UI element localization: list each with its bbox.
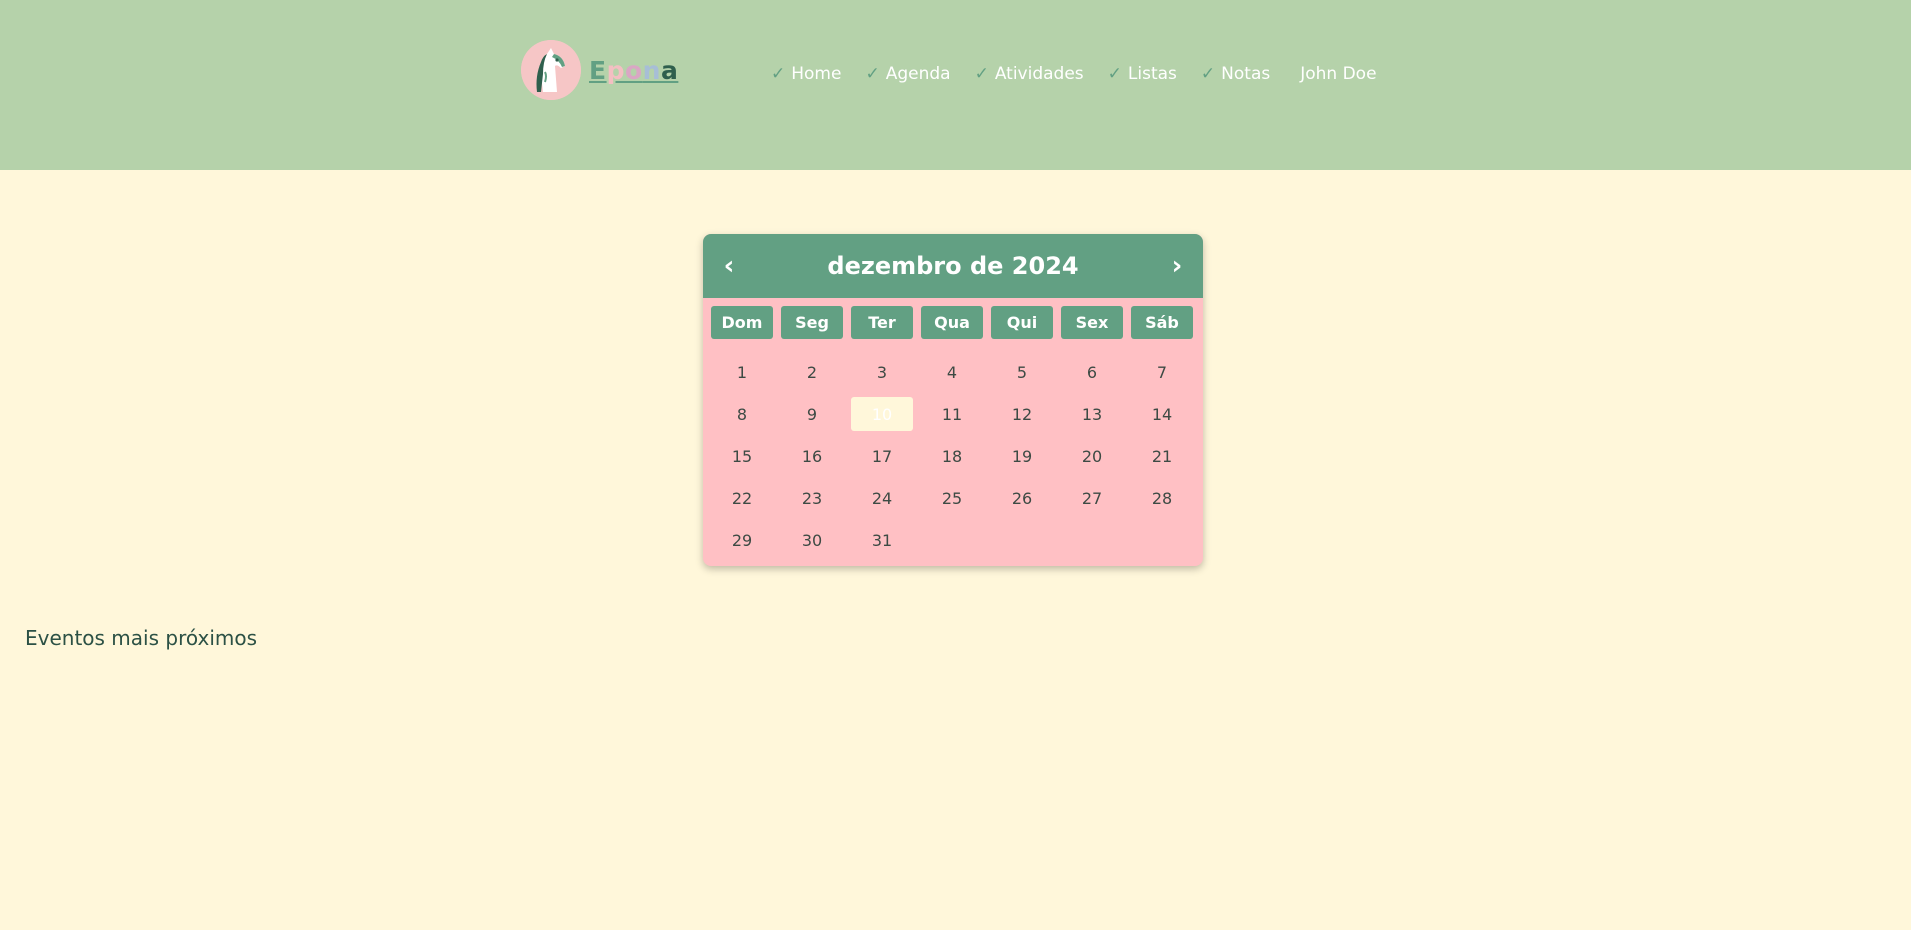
weekday-label: Seg [781,306,843,339]
check-icon: ✓ [771,64,786,84]
weekday-label: Ter [851,306,913,339]
calendar-day[interactable]: 27 [1061,481,1123,515]
logo-wordmark: Epona [589,56,678,85]
nav-item-atividades[interactable]: ✓ Atividades [975,64,1084,84]
weekday-label: Qui [991,306,1053,339]
calendar-day[interactable]: 2 [781,355,843,389]
nav-item-label: Notas [1221,64,1271,84]
nav-item-label: Home [791,64,842,84]
next-month-icon[interactable]: › [1165,251,1189,281]
calendar-day[interactable]: 20 [1061,439,1123,473]
calendar-day[interactable]: 8 [711,397,773,431]
horse-logo-icon [521,40,581,100]
logo-letter: p [606,55,625,85]
top-header: Epona ✓ Home ✓ Agenda ✓ Atividades ✓ Lis… [0,0,1911,170]
calendar-day[interactable]: 26 [991,481,1053,515]
nav-item-label: Listas [1127,64,1177,84]
calendar-day[interactable]: 11 [921,397,983,431]
nav-item-label: Agenda [885,64,951,84]
calendar-day[interactable]: 23 [781,481,843,515]
nav-item-agenda[interactable]: ✓ Agenda [865,64,950,84]
calendar-day[interactable]: 5 [991,355,1053,389]
weekday-label: Qua [921,306,983,339]
calendar-month-title: dezembro de 2024 [827,252,1079,280]
weekday-label: Dom [711,306,773,339]
calendar-day[interactable]: 30 [781,523,843,557]
nav-item-listas[interactable]: ✓ Listas [1108,64,1177,84]
calendar-day[interactable]: 18 [921,439,983,473]
calendar-day[interactable]: 22 [711,481,773,515]
calendar-day[interactable]: 16 [781,439,843,473]
check-icon: ✓ [974,64,989,84]
calendar-day[interactable]: 21 [1131,439,1193,473]
calendar-day[interactable]: 6 [1061,355,1123,389]
calendar-day-today[interactable]: 10 [851,397,913,431]
calendar-day[interactable]: 3 [851,355,913,389]
calendar-day[interactable]: 1 [711,355,773,389]
nav-item-label: Atividades [994,64,1084,84]
check-icon: ✓ [1200,64,1216,84]
check-icon: ✓ [865,64,880,84]
calendar-day[interactable]: 28 [1131,481,1193,515]
check-icon: ✓ [1107,64,1122,84]
calendar-day[interactable]: 12 [991,397,1053,431]
calendar-day[interactable]: 4 [921,355,983,389]
calendar-day[interactable]: 17 [851,439,913,473]
weekday-label: Sex [1061,306,1123,339]
calendar-day[interactable]: 14 [1131,397,1193,431]
calendar-day[interactable]: 25 [921,481,983,515]
logo-link[interactable]: Epona [521,40,678,100]
calendar-day[interactable]: 7 [1131,355,1193,389]
calendar-day[interactable]: 15 [711,439,773,473]
events-section-title: Eventos mais próximos [25,626,258,650]
logo-letter: n [642,55,661,85]
user-menu[interactable]: John Doe [1300,64,1376,84]
calendar-day[interactable]: 31 [851,523,913,557]
logo-letter: o [624,55,643,85]
calendar-day[interactable]: 13 [1061,397,1123,431]
nav-item-notas[interactable]: ✓ Notas [1201,64,1270,84]
calendar: ‹ dezembro de 2024 › Dom Seg Ter Qua Qui… [703,234,1203,566]
day-grid: 1 2 3 4 5 6 7 8 9 10 11 12 13 14 15 16 1… [703,339,1203,557]
calendar-day[interactable]: 29 [711,523,773,557]
calendar-header: ‹ dezembro de 2024 › [703,234,1203,298]
weekday-label: Sáb [1131,306,1193,339]
weekday-row: Dom Seg Ter Qua Qui Sex Sáb [703,298,1203,339]
main-nav: ✓ Home ✓ Agenda ✓ Atividades ✓ Listas ✓ … [771,64,1377,84]
calendar-day[interactable]: 9 [781,397,843,431]
calendar-day[interactable]: 19 [991,439,1053,473]
prev-month-icon[interactable]: ‹ [717,251,741,281]
logo-letter: E [589,55,607,85]
nav-item-home[interactable]: ✓ Home [771,64,841,84]
calendar-day[interactable]: 24 [851,481,913,515]
logo-letter: a [660,55,679,85]
